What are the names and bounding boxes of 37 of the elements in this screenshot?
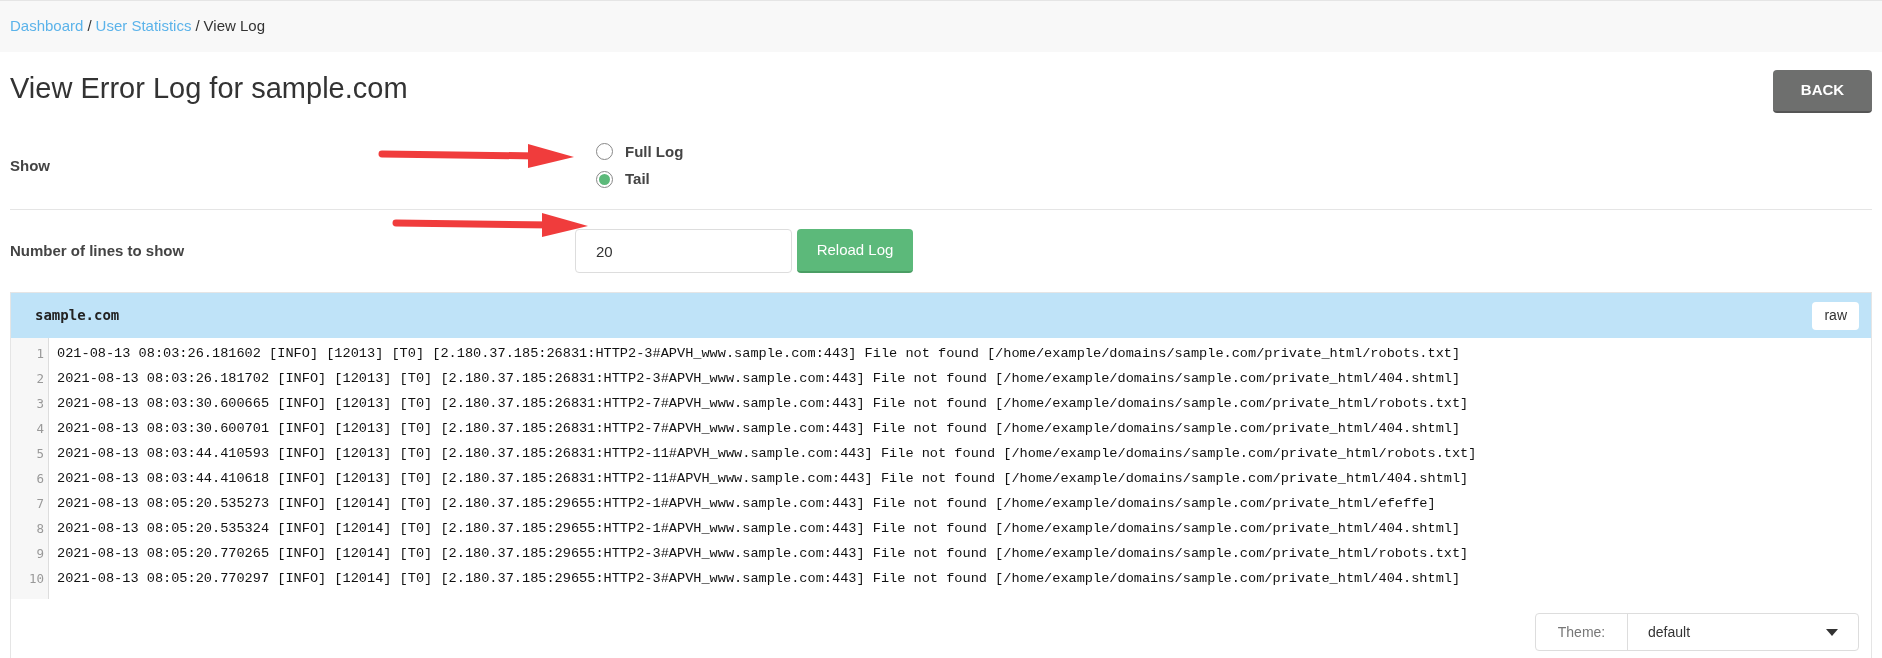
log-line: 2021-08-13 08:05:20.535324 [INFO] [12014] [T0] [2.180.37.185:29655:HTTP2-1#APVH_www.sample.com:443] File not found [/home/example/domains/sample.com/private_html/404.shtml] [57,520,1462,538]
line-number: 9 [35,545,45,563]
radio-button[interactable] [596,170,613,188]
log-line: 2021-08-13 08:03:30.600665 [INFO] [12013] [T0] [2.180.37.185:26831:HTTP2-7#APVH_www.sample.com:443] File not found [/home/example/domains/sample.com/private_html/robots.txt] [57,395,1470,413]
line-number: 10 [27,570,45,588]
radio-option[interactable]: Tail [596,168,684,191]
log-line: 2021-08-13 08:05:20.770297 [INFO] [12014] [T0] [2.180.37.185:29655:HTTP2-3#APVH_www.sample.com:443] File not found [/home/example/domains/sample.com/private_html/404.shtml] [57,570,1462,588]
caret-icon [1826,628,1838,636]
log-line: 021-08-13 08:03:26.181602 [INFO] [12013] [T0] [2.180.37.185:26831:HTTP2-3#APVH_www.sample.com:443] File not found [/home/example/domains/sample.com/private_html/robots.txt] [57,345,1462,363]
theme-label: Theme: [1536,614,1628,650]
line-number: 6 [35,470,45,488]
log-line: 2021-08-13 08:03:26.181702 [INFO] [12013] [T0] [2.180.37.185:26831:HTTP2-3#APVH_www.sample.com:443] File not found [/home/example/domains/sample.com/private_html/404.shtml] [57,370,1462,388]
line-number: 1 [35,345,45,363]
line-number: 8 [35,520,45,538]
back-button[interactable]: BACK [1773,69,1872,113]
lines-input[interactable]: 20 [575,229,792,273]
line-number: 4 [35,420,45,438]
line-number: 2 [35,370,45,388]
radio-button[interactable] [596,143,613,161]
page-title: View Error Log for sample.com [10,71,408,107]
line-number: 7 [35,495,45,513]
raw-button[interactable]: raw [1812,301,1859,330]
breadcrumb-separator: / [87,16,92,37]
log-line: 2021-08-13 08:03:44.410618 [INFO] [12013] [T0] [2.180.37.185:26831:HTTP2-11#APVH_www.sample.com:443] File not found [/home/example/domains/sample.com/private_html/404.shtml] [57,470,1470,488]
radio-option[interactable]: Full Log [596,140,684,163]
breadcrumb-current: View Log [203,16,266,37]
line-number: 5 [35,445,45,463]
log-line: 2021-08-13 08:03:44.410593 [INFO] [12013] [T0] [2.180.37.185:26831:HTTP2-11#APVH_www.sample.com:443] File not found [/home/example/domains/sample.com/private_html/robots.txt] [57,445,1477,463]
theme-dropdown[interactable]: default [1628,614,1858,650]
breadcrumb-separator: / [195,16,200,37]
log-line: 2021-08-13 08:05:20.535273 [INFO] [12014] [T0] [2.180.37.185:29655:HTTP2-1#APVH_www.sample.com:443] File not found [/home/example/domains/sample.com/private_html/efeffe] [57,495,1437,513]
line-number: 3 [35,395,45,413]
log-title: sample.com [35,306,120,325]
lines-label: Number of lines to show [10,242,185,259]
log-line: 2021-08-13 08:03:30.600701 [INFO] [12013] [T0] [2.180.37.185:26831:HTTP2-7#APVH_www.sample.com:443] File not found [/home/example/domains/sample.com/private_html/404.shtml] [57,420,1462,438]
show-label: Show [10,156,50,174]
log-line: 2021-08-13 08:05:20.770265 [INFO] [12014] [T0] [2.180.37.185:29655:HTTP2-3#APVH_www.sample.com:443] File not found [/home/example/domains/sample.com/private_html/robots.txt] [57,545,1470,563]
